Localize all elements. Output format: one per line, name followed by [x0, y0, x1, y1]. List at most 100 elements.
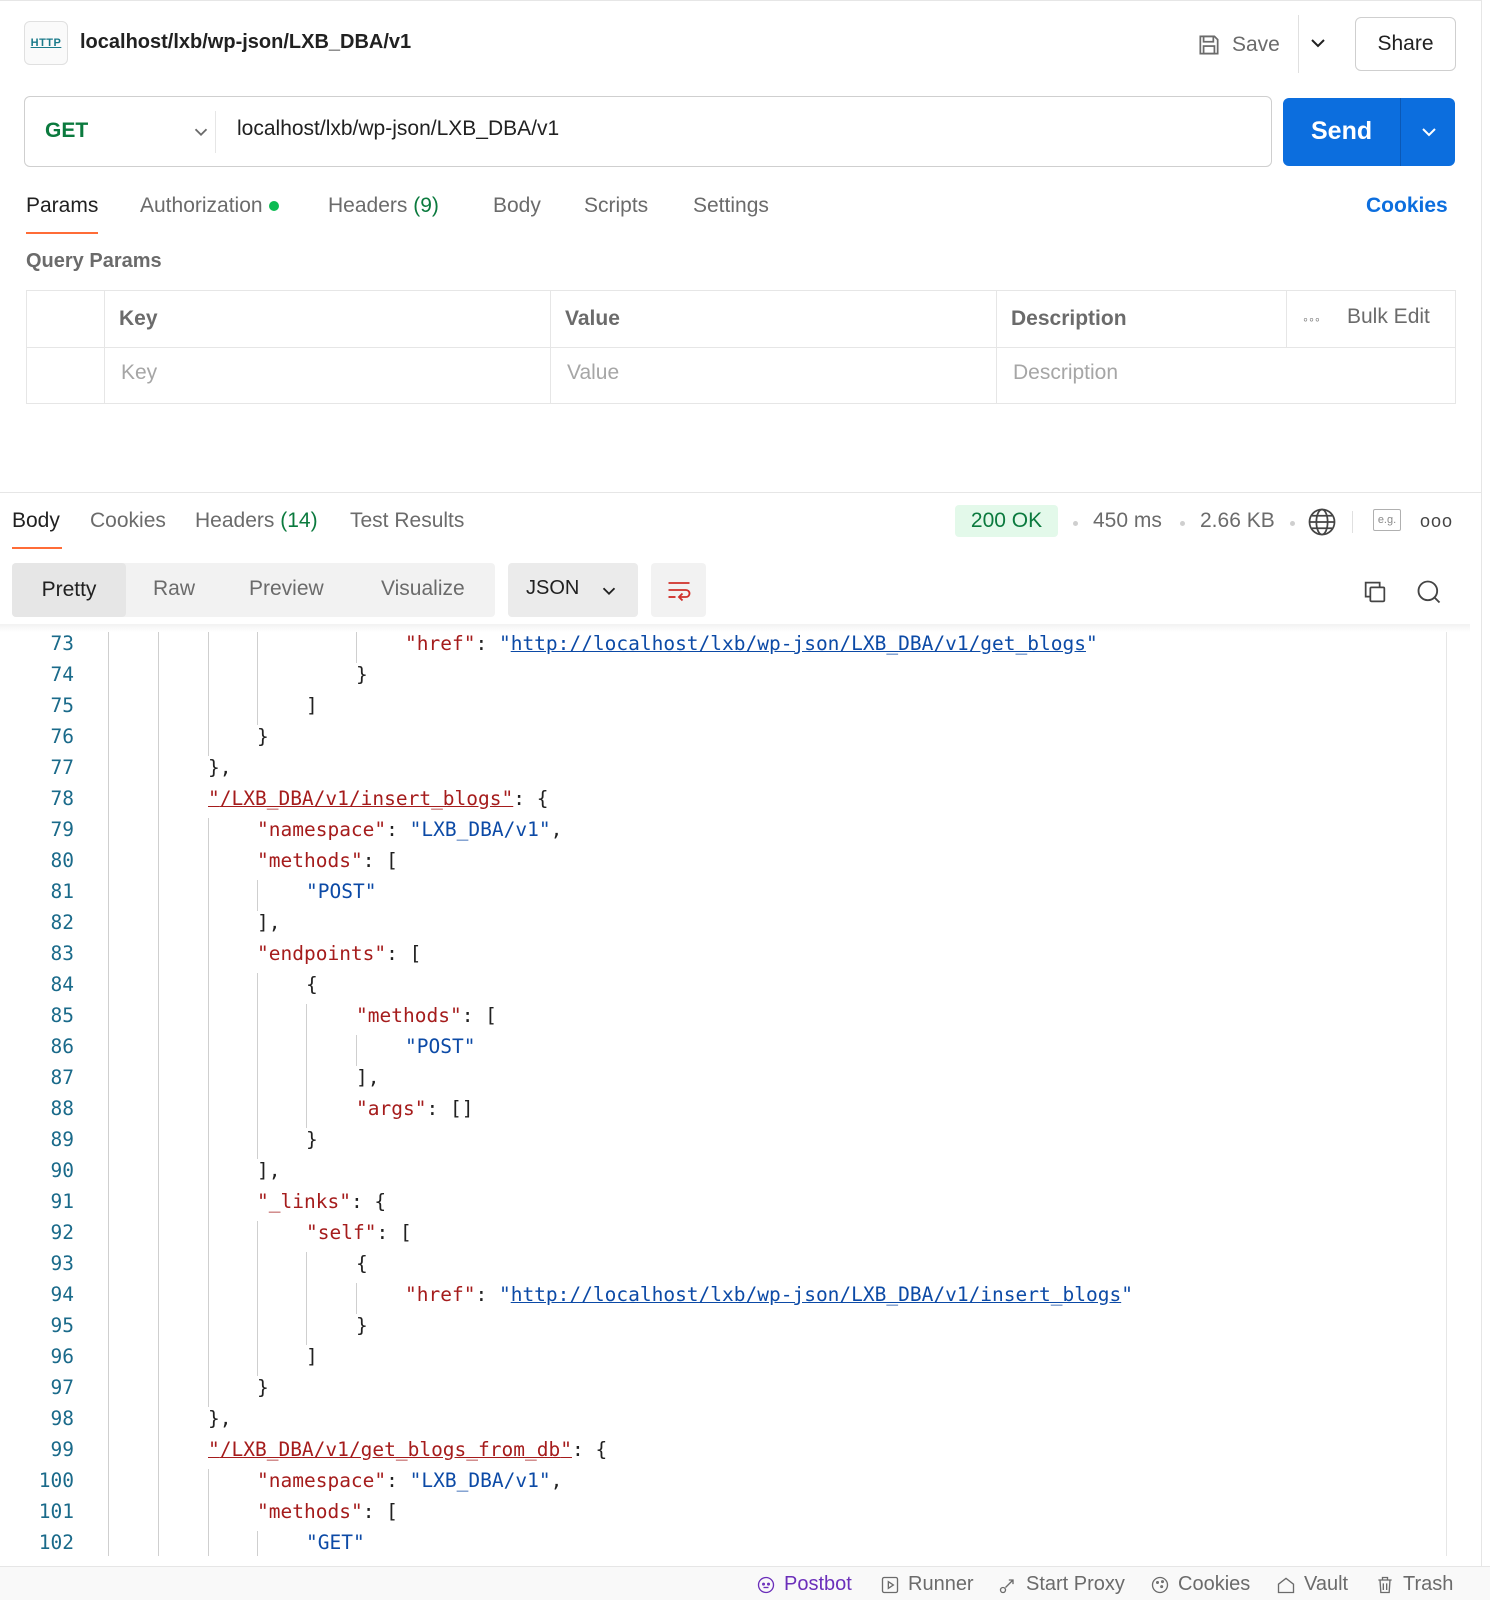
- format-select[interactable]: JSON: [508, 563, 638, 617]
- code-line: 90],: [0, 1159, 1446, 1190]
- indent-guide: [257, 1097, 258, 1128]
- url-bar: GET localhost/lxb/wp-json/LXB_DBA/v1: [24, 96, 1272, 167]
- indent-guide: [108, 1128, 109, 1159]
- send-options-chevron-icon[interactable]: [1417, 120, 1441, 144]
- wrap-lines-button[interactable]: [651, 563, 706, 617]
- bulk-edit-link[interactable]: Bulk Edit: [1347, 305, 1430, 329]
- indent-guide: [208, 1469, 209, 1500]
- code-scrollbar-track[interactable]: [1446, 632, 1447, 1556]
- save-button[interactable]: Save: [1196, 25, 1280, 65]
- line-number: 94: [50, 1283, 74, 1306]
- indent-guide: [208, 1221, 209, 1252]
- globe-icon[interactable]: [1307, 507, 1337, 537]
- search-icon[interactable]: [1415, 578, 1443, 606]
- runner-label: Runner: [908, 1573, 974, 1595]
- indent-guide: [208, 880, 209, 911]
- save-example-icon[interactable]: e.g.: [1373, 509, 1401, 531]
- indent-guide: [208, 632, 209, 663]
- trash-button[interactable]: Trash: [1375, 1573, 1453, 1596]
- query-params-table: Key Value Description ◦◦◦ Bulk Edit Key …: [26, 290, 1456, 404]
- tab-params[interactable]: Params: [26, 194, 98, 218]
- postbot-label: Postbot: [784, 1573, 852, 1595]
- copy-icon[interactable]: [1361, 578, 1389, 606]
- wrap-lines-icon: [668, 582, 690, 602]
- indent-guide: [108, 756, 109, 787]
- indent-guide: [208, 1035, 209, 1066]
- tab-body[interactable]: Body: [493, 194, 541, 218]
- pane-divider[interactable]: [0, 492, 1481, 493]
- indent-guide: [158, 725, 159, 756]
- code-line: 92 "self": [: [0, 1221, 1446, 1252]
- postbot-button[interactable]: Postbot: [756, 1573, 852, 1596]
- trash-icon: [1378, 1576, 1392, 1593]
- code-line: 96]: [0, 1345, 1446, 1376]
- view-visualize[interactable]: Visualize: [381, 577, 465, 601]
- tab-headers[interactable]: Headers (9): [328, 194, 439, 218]
- share-button[interactable]: Share: [1355, 17, 1456, 71]
- method-select[interactable]: GET: [45, 119, 88, 143]
- code-line: 78 "/LXB_DBA/v1/insert_blogs": {: [0, 787, 1446, 818]
- status-bar: Postbot Runner Start Proxy Cookies Vault…: [0, 1566, 1490, 1600]
- cookies-link[interactable]: Cookies: [1366, 194, 1448, 218]
- indent-guide: [306, 1252, 307, 1283]
- key-input[interactable]: Key: [121, 361, 157, 385]
- tab-test-results[interactable]: Test Results: [350, 509, 464, 533]
- tab-headers-label: Headers: [328, 194, 408, 217]
- indent-guide: [158, 756, 159, 787]
- indent-guide: [257, 1531, 258, 1556]
- code-line: 73 "href": "http://localhost/lxb/wp-json/…: [0, 632, 1446, 663]
- more-options-icon[interactable]: ooo: [1420, 511, 1453, 532]
- chevron-down-icon[interactable]: [190, 121, 212, 143]
- column-divider: [1286, 291, 1287, 347]
- view-raw[interactable]: Raw: [153, 577, 195, 601]
- response-time[interactable]: 450 ms: [1093, 509, 1162, 533]
- indent-guide: [108, 911, 109, 942]
- vault-button[interactable]: Vault: [1276, 1573, 1348, 1596]
- request-title[interactable]: localhost/lxb/wp-json/LXB_DBA/v1: [80, 31, 411, 54]
- json-key: "_links": [257, 1190, 351, 1213]
- vault-label: Vault: [1304, 1573, 1349, 1595]
- indent-guide: [158, 973, 159, 1004]
- more-options-icon[interactable]: ◦◦◦: [1303, 311, 1321, 327]
- status-badge[interactable]: 200 OK: [955, 505, 1058, 537]
- tab-authorization[interactable]: Authorization: [140, 194, 279, 218]
- indent-guide: [158, 911, 159, 942]
- tab-scripts[interactable]: Scripts: [584, 194, 648, 218]
- indent-guide: [158, 1469, 159, 1500]
- response-size[interactable]: 2.66 KB: [1200, 509, 1275, 533]
- column-header-value: Value: [565, 307, 620, 330]
- separator-dot: [1073, 521, 1078, 526]
- start-proxy-label: Start Proxy: [1026, 1573, 1125, 1595]
- code-line: 80 "methods": [: [0, 849, 1446, 880]
- row-divider: [27, 347, 1455, 348]
- separator-dot: [1180, 521, 1185, 526]
- indent-guide: [108, 849, 109, 880]
- send-button[interactable]: Send: [1283, 98, 1455, 166]
- json-string: "LXB_DBA/v1": [409, 1469, 551, 1492]
- save-options-chevron-icon[interactable]: [1306, 31, 1330, 55]
- tab-response-headers[interactable]: Headers (14): [195, 509, 318, 533]
- view-preview[interactable]: Preview: [249, 577, 324, 601]
- tab-response-cookies[interactable]: Cookies: [90, 509, 166, 533]
- indent-guide: [108, 1097, 109, 1128]
- url-input[interactable]: localhost/lxb/wp-json/LXB_DBA/v1: [237, 117, 559, 141]
- tab-settings[interactable]: Settings: [693, 194, 769, 218]
- cookies-button[interactable]: Cookies: [1150, 1573, 1250, 1596]
- indent-guide: [306, 1035, 307, 1066]
- indent-guide: [108, 973, 109, 1004]
- json-link: "http://localhost/lxb/wp-json/LXB_DBA/v1…: [498, 1283, 1133, 1306]
- save-icon: [1199, 35, 1219, 55]
- response-headers-count: (14): [280, 509, 318, 532]
- tab-response-body[interactable]: Body: [12, 509, 60, 533]
- start-proxy-button[interactable]: Start Proxy: [998, 1573, 1125, 1596]
- json-key: "self": [306, 1221, 377, 1244]
- description-input[interactable]: Description: [1013, 361, 1118, 385]
- view-pretty[interactable]: Pretty: [12, 563, 126, 617]
- indent-guide: [257, 1035, 258, 1066]
- json-key: "href": [405, 1283, 476, 1306]
- response-body-code[interactable]: 73 "href": "http://localhost/lxb/wp-json/…: [0, 632, 1446, 1556]
- value-input[interactable]: Value: [567, 361, 619, 385]
- runner-button[interactable]: Runner: [880, 1573, 974, 1596]
- code-line: 83 "endpoints": [: [0, 942, 1446, 973]
- indent-guide: [158, 1438, 159, 1469]
